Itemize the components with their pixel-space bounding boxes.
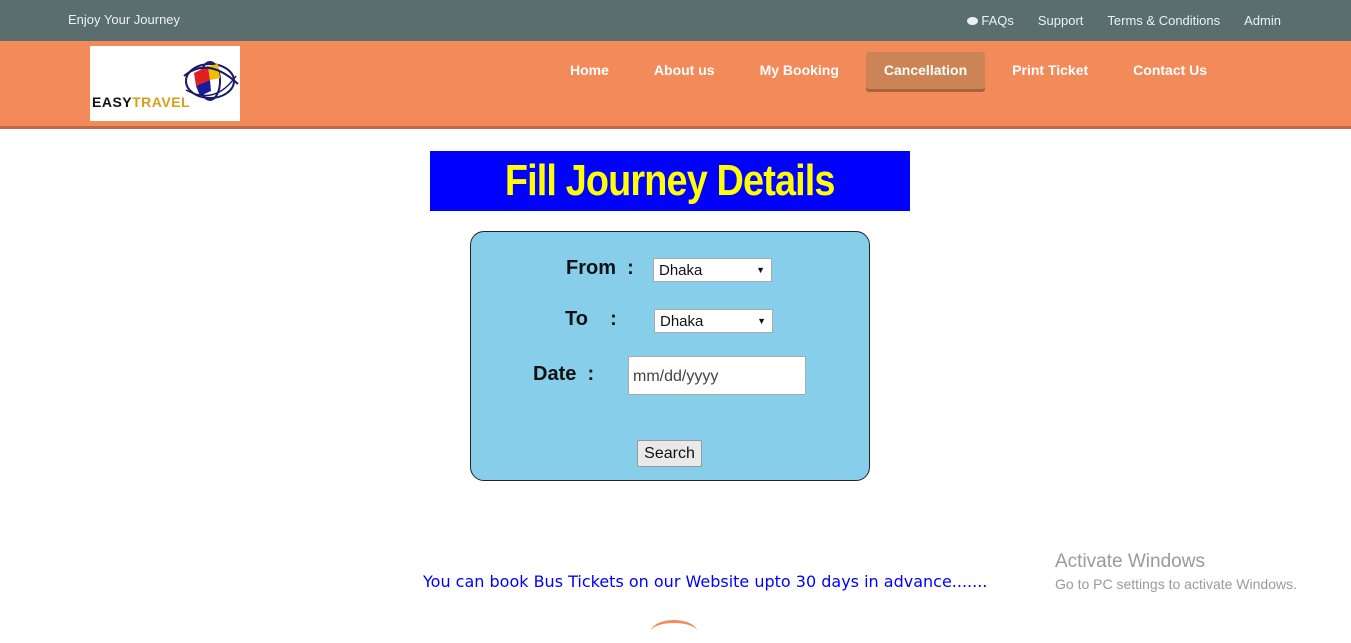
watermark-title: Activate Windows (1055, 551, 1205, 572)
top-bar: Enjoy Your Journey FAQs Support Terms & … (0, 0, 1351, 41)
from-selected-value: Dhaka (659, 262, 703, 279)
journey-form: From : Dhaka ▼ To : Dhaka ▼ Date : mm/dd/y… (470, 231, 870, 481)
comments-icon (967, 17, 979, 25)
nav-menu: Home About us My Booking Cancellation Pr… (552, 52, 1234, 89)
admin-link[interactable]: Admin (1244, 13, 1281, 28)
nav-my-booking[interactable]: My Booking (742, 52, 857, 89)
watermark-subtitle: Go to PC settings to activate Windows. (1055, 576, 1297, 592)
logo-text-travel: TRAVEL (132, 94, 191, 110)
terms-link[interactable]: Terms & Conditions (1107, 13, 1220, 28)
logo-text: EASYTRAVEL (92, 94, 190, 110)
nav-print-ticket[interactable]: Print Ticket (994, 52, 1106, 89)
chevron-down-icon: ▼ (756, 265, 765, 275)
chevron-down-icon: ▼ (757, 316, 766, 326)
nav-about[interactable]: About us (636, 52, 733, 89)
date-label: Date : (533, 363, 594, 386)
page-title-box: Fill Journey Details (430, 151, 910, 211)
main-navbar: EASYTRAVEL Home About us My Booking Canc… (0, 41, 1351, 129)
logo[interactable]: EASYTRAVEL (90, 46, 240, 121)
tagline: Enjoy Your Journey (68, 12, 181, 27)
page-title: Fill Journey Details (505, 156, 836, 205)
logo-text-easy: EASY (92, 94, 133, 110)
faqs-label: FAQs (981, 13, 1014, 28)
to-select[interactable]: Dhaka ▼ (654, 309, 773, 333)
to-selected-value: Dhaka (660, 313, 704, 330)
nav-home[interactable]: Home (552, 52, 627, 89)
to-label-text: To : (565, 308, 617, 330)
to-label: To : (565, 308, 617, 331)
footer-decoration (651, 620, 697, 643)
date-input[interactable]: mm/dd/yyyy (628, 356, 806, 395)
faqs-link[interactable]: FAQs (967, 13, 1014, 28)
nav-cancellation[interactable]: Cancellation (865, 52, 986, 89)
from-label: From : (566, 257, 634, 280)
from-label-text: From : (566, 257, 634, 279)
from-select[interactable]: Dhaka ▼ (653, 258, 772, 282)
support-link[interactable]: Support (1038, 13, 1084, 28)
top-links: FAQs Support Terms & Conditions Admin (967, 13, 1281, 28)
search-button[interactable]: Search (637, 440, 702, 467)
booking-notice: You can book Bus Tickets on our Website … (423, 572, 988, 591)
activate-windows-watermark: Activate Windows Go to PC settings to ac… (1055, 551, 1297, 592)
nav-contact[interactable]: Contact Us (1115, 52, 1225, 89)
date-label-text: Date : (533, 363, 595, 385)
